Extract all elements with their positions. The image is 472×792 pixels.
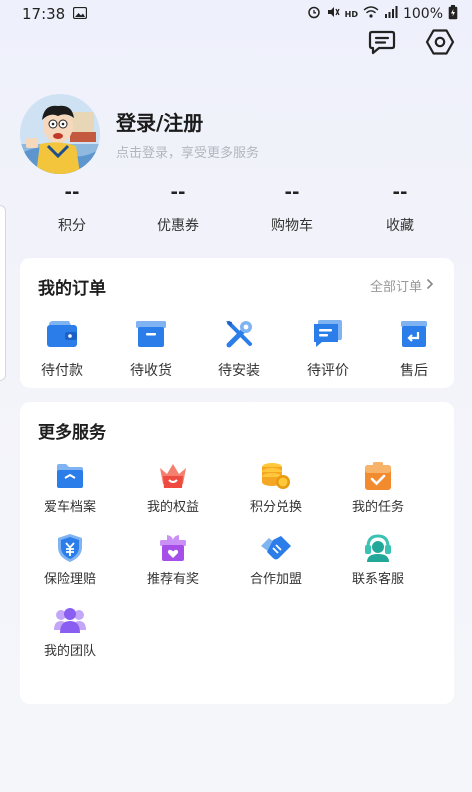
order-label: 待评价: [307, 363, 349, 379]
order-pending-review[interactable]: 待评价: [298, 316, 358, 380]
orders-title: 我的订单: [38, 279, 106, 299]
order-label: 售后: [400, 363, 428, 379]
stat-label: 积分: [58, 218, 86, 234]
service-partnership[interactable]: 合作加盟: [236, 532, 316, 587]
coins-icon: [236, 460, 316, 492]
status-bar: 17:38 HD 100%: [0, 0, 472, 28]
avatar[interactable]: [20, 94, 100, 174]
service-insurance-claim[interactable]: 保险理赔: [30, 532, 110, 587]
stat-coupons[interactable]: -- 优惠券: [148, 182, 208, 235]
stat-value: --: [64, 182, 80, 203]
service-points-exchange[interactable]: 积分兑换: [236, 460, 316, 515]
stat-value: --: [170, 182, 186, 203]
login-subtitle: 点击登录，享受更多服务: [116, 146, 260, 161]
headset-icon: [338, 532, 418, 564]
service-contact-support[interactable]: 联系客服: [338, 532, 418, 587]
profile-header[interactable]: 登录/注册 点击登录，享受更多服务: [20, 94, 259, 174]
tools-icon: [209, 316, 269, 352]
wallet-icon: [32, 316, 92, 352]
stat-label: 优惠券: [157, 218, 199, 234]
status-time: 17:38: [22, 5, 66, 23]
stat-cart[interactable]: -- 购物车: [262, 182, 322, 235]
service-car-archive[interactable]: 爱车档案: [30, 460, 110, 515]
shield-yen-icon: [30, 532, 110, 564]
order-pending-install[interactable]: 待安装: [209, 316, 269, 380]
hd-icon: HD: [344, 9, 358, 19]
team-icon: [30, 604, 110, 636]
service-label: 我的权益: [146, 500, 199, 515]
service-label: 保险理赔: [43, 572, 96, 587]
stat-label: 购物车: [271, 218, 313, 234]
all-orders-link[interactable]: 全部订单: [370, 276, 434, 295]
stat-value: --: [284, 182, 300, 203]
stat-label: 收藏: [386, 218, 414, 234]
service-label: 我的团队: [43, 644, 96, 659]
order-pending-payment[interactable]: 待付款: [32, 316, 92, 380]
service-referral-reward[interactable]: 推荐有奖: [133, 532, 213, 587]
services-title: 更多服务: [38, 423, 106, 443]
order-label: 待付款: [41, 363, 83, 379]
comment-icon: [298, 316, 358, 352]
battery-icon: [448, 4, 458, 24]
login-register-title[interactable]: 登录/注册: [116, 107, 259, 136]
stat-favorites[interactable]: -- 收藏: [370, 182, 430, 235]
order-pending-receipt[interactable]: 待收货: [121, 316, 181, 380]
order-label: 待安装: [218, 363, 260, 379]
folder-icon: [30, 460, 110, 492]
all-orders-label: 全部订单: [369, 280, 422, 295]
order-after-sales[interactable]: 售后: [384, 316, 444, 380]
battery-percent: 100%: [402, 6, 443, 22]
stat-value: --: [392, 182, 408, 203]
signal-icon: [384, 6, 398, 22]
return-icon: [384, 316, 444, 352]
box-icon: [121, 316, 181, 352]
service-label: 联系客服: [351, 572, 404, 587]
more-services-card: 更多服务 爱车档案 我的权益 积分兑换 我的任务 保险理赔 推荐有奖 合作加盟 …: [20, 402, 454, 704]
crown-icon: [133, 460, 213, 492]
handshake-icon: [236, 532, 316, 564]
top-actions: [366, 26, 456, 58]
service-my-team[interactable]: 我的团队: [30, 604, 110, 659]
service-label: 合作加盟: [249, 572, 302, 587]
order-label: 待收货: [130, 363, 172, 379]
wifi-icon: [363, 5, 379, 23]
service-label: 爱车档案: [43, 500, 96, 515]
my-orders-card: 我的订单 全部订单 待付款 待收货 待安装 待评价 售后: [20, 258, 454, 388]
side-drawer-handle[interactable]: [0, 205, 6, 381]
service-label: 推荐有奖: [146, 572, 199, 587]
service-my-benefits[interactable]: 我的权益: [133, 460, 213, 515]
task-icon: [338, 460, 418, 492]
alarm-icon: [307, 5, 321, 23]
chevron-right-icon: [426, 278, 434, 294]
mute-icon: [326, 5, 340, 23]
service-my-tasks[interactable]: 我的任务: [338, 460, 418, 515]
gallery-icon: [73, 5, 88, 23]
service-label: 我的任务: [351, 500, 404, 515]
stat-points[interactable]: -- 积分: [42, 182, 102, 235]
gift-icon: [133, 532, 213, 564]
service-label: 积分兑换: [249, 500, 302, 515]
message-icon[interactable]: [366, 26, 398, 58]
settings-icon[interactable]: [424, 26, 456, 58]
